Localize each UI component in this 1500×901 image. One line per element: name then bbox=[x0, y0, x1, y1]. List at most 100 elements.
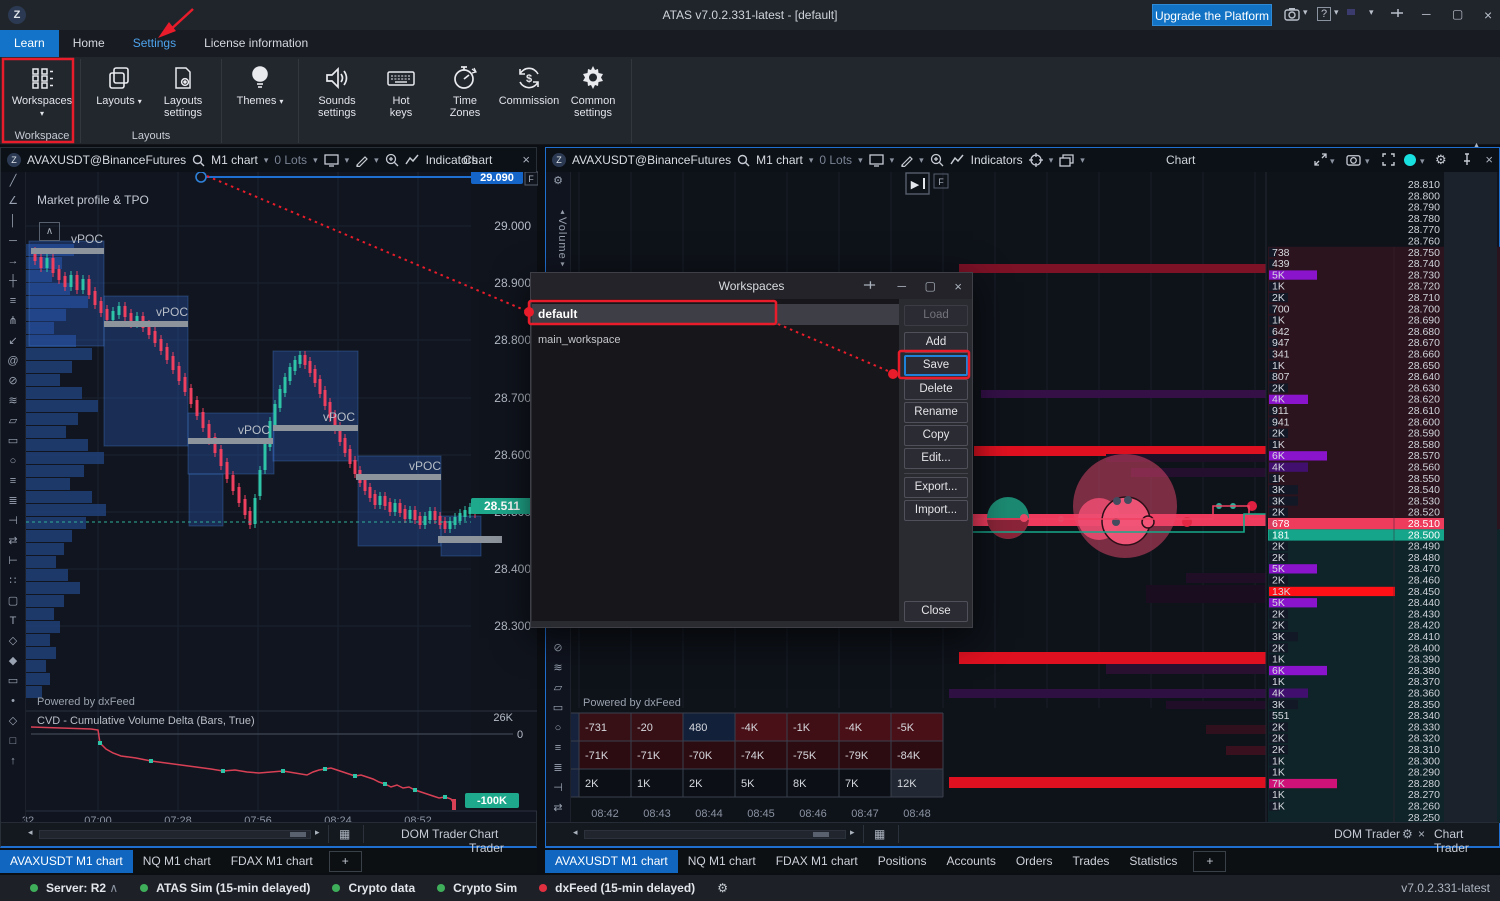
dom-trader-toggle[interactable]: DOM Trader bbox=[1334, 827, 1400, 841]
tool-icon-28[interactable]: □ bbox=[10, 735, 17, 748]
close-button[interactable]: Close bbox=[904, 601, 968, 622]
close-window-icon[interactable]: × bbox=[1484, 7, 1492, 23]
tool-icon-7[interactable]: ⊣ bbox=[553, 782, 563, 795]
panel-close-icon[interactable]: × bbox=[522, 152, 530, 167]
ribbon-item-time-zones[interactable]: TimeZones bbox=[433, 59, 497, 119]
edit-button[interactable]: Edit... bbox=[904, 448, 968, 469]
layers-caret-icon[interactable]: ▾ bbox=[1080, 155, 1085, 166]
status-gear-icon[interactable]: ⚙ bbox=[717, 881, 728, 895]
pencil-icon[interactable] bbox=[900, 154, 913, 167]
add-tab-button-left[interactable]: + bbox=[329, 851, 362, 872]
pencil-icon[interactable] bbox=[355, 154, 368, 167]
tool-icon-20[interactable]: ∷ bbox=[10, 575, 17, 588]
dialog-close-icon[interactable]: × bbox=[954, 279, 962, 294]
dom-settings-gear-icon[interactable]: ⚙ bbox=[1402, 827, 1413, 841]
ribbon-item-themes[interactable]: Themes ▾ bbox=[228, 59, 292, 108]
ribbon-item-sounds-settings[interactable]: Soundssettings bbox=[305, 59, 369, 119]
tool-icon-11[interactable]: ≋ bbox=[8, 395, 17, 408]
camera-icon[interactable] bbox=[1346, 153, 1361, 166]
dialog-pin-icon[interactable] bbox=[863, 279, 876, 291]
chart-trader-toggle[interactable]: Chart Trader bbox=[1434, 827, 1499, 855]
tab-avaxusdt-m1-chart-left[interactable]: AVAXUSDT M1 chart bbox=[0, 850, 133, 873]
tool-icon-0[interactable]: ⊘ bbox=[553, 642, 562, 655]
indicators-icon[interactable] bbox=[950, 154, 965, 166]
dom-trader-toggle[interactable]: DOM Trader bbox=[401, 827, 467, 841]
ribbon-item-workspaces[interactable]: Workspaces ▾ bbox=[10, 59, 74, 120]
ribbon-tab-license-information[interactable]: License information bbox=[190, 30, 322, 57]
zoom-icon[interactable] bbox=[930, 153, 944, 167]
screens-icon[interactable] bbox=[324, 154, 339, 167]
tool-icon-3[interactable]: ─ bbox=[9, 235, 17, 248]
restore-panel-icon[interactable] bbox=[1314, 153, 1327, 166]
add-button[interactable]: Add bbox=[904, 332, 968, 353]
tool-icon-18[interactable]: ⇄ bbox=[8, 535, 17, 548]
ribbon-item-common-settings[interactable]: Commonsettings bbox=[561, 59, 625, 119]
tab-positions-right[interactable]: Positions bbox=[868, 850, 937, 873]
screens-caret-icon[interactable]: ▾ bbox=[345, 155, 350, 166]
screenshot-icon[interactable] bbox=[1284, 7, 1300, 21]
language-caret-icon[interactable]: ▾ bbox=[1369, 7, 1374, 18]
tool-icon-1[interactable]: ∠ bbox=[8, 195, 18, 208]
panel-close-icon[interactable]: × bbox=[1485, 152, 1493, 167]
tool-icon-7[interactable]: ⋔ bbox=[8, 315, 17, 328]
tool-icon-1[interactable]: ≋ bbox=[553, 662, 562, 675]
instrument-selector[interactable]: AVAXUSDT@BinanceFutures bbox=[572, 153, 731, 167]
tool-icon-2[interactable]: ▱ bbox=[554, 682, 562, 695]
target-icon[interactable] bbox=[1029, 153, 1043, 167]
tab-nq-m1-chart-left[interactable]: NQ M1 chart bbox=[133, 850, 221, 873]
screens-icon[interactable] bbox=[869, 154, 884, 167]
tool-icon-3[interactable]: ▭ bbox=[553, 702, 563, 715]
tab-statistics-right[interactable]: Statistics bbox=[1119, 850, 1187, 873]
dom-close-icon[interactable]: × bbox=[1418, 827, 1425, 841]
fullscreen-icon[interactable] bbox=[1382, 153, 1395, 166]
scroll-left-icon[interactable]: ◂ bbox=[573, 827, 578, 838]
status-item-server-r2[interactable]: Server: R2 ∧ bbox=[30, 881, 118, 895]
pencil-caret-icon[interactable]: ▾ bbox=[374, 155, 379, 166]
dialog-maximize-icon[interactable]: ▢ bbox=[925, 279, 936, 293]
pin-window-icon[interactable] bbox=[1390, 7, 1404, 19]
screens-caret-icon[interactable]: ▾ bbox=[890, 155, 895, 166]
ribbon-item-layouts-settings[interactable]: Layoutssettings bbox=[151, 59, 215, 119]
calendar-icon[interactable]: ▦ bbox=[339, 827, 350, 841]
panel-gear-icon[interactable]: ⚙ bbox=[553, 175, 563, 188]
zoom-icon[interactable] bbox=[385, 153, 399, 167]
scroll-right-icon[interactable]: ▸ bbox=[315, 827, 320, 838]
tool-icon-12[interactable]: ▱ bbox=[9, 415, 17, 428]
status-caret-icon[interactable]: ▾ bbox=[1420, 156, 1425, 167]
tool-icon-6[interactable]: ≣ bbox=[553, 762, 562, 775]
restore-caret-icon[interactable]: ▾ bbox=[1330, 156, 1335, 167]
add-tab-button-right[interactable]: + bbox=[1193, 851, 1226, 872]
tool-icon-9[interactable]: @ bbox=[7, 355, 18, 368]
calendar-icon[interactable]: ▦ bbox=[874, 827, 885, 841]
tool-icon-22[interactable]: T bbox=[10, 615, 17, 628]
indicators-icon[interactable] bbox=[405, 154, 420, 166]
tool-icon-17[interactable]: ⊣ bbox=[8, 515, 18, 528]
tab-accounts-right[interactable]: Accounts bbox=[936, 850, 1005, 873]
lots-caret-icon[interactable]: ▾ bbox=[858, 155, 863, 166]
volume-panel-tab[interactable]: ▴Volume▾ bbox=[548, 198, 568, 278]
import-button[interactable]: Import... bbox=[904, 500, 968, 521]
tab-nq-m1-chart-right[interactable]: NQ M1 chart bbox=[678, 850, 766, 873]
ribbon-item-commission[interactable]: $Commission bbox=[497, 59, 561, 107]
tool-icon-2[interactable]: │ bbox=[10, 215, 17, 228]
tool-icon-10[interactable]: ⊘ bbox=[8, 375, 17, 388]
export-button[interactable]: Export... bbox=[904, 477, 968, 498]
timeframe-caret-icon[interactable]: ▾ bbox=[264, 155, 269, 166]
tab-fdax-m1-chart-right[interactable]: FDAX M1 chart bbox=[766, 850, 868, 873]
tool-icon-5[interactable]: ≡ bbox=[555, 742, 561, 755]
chart-trader-toggle[interactable]: Chart Trader bbox=[469, 827, 536, 855]
tab-trades-right[interactable]: Trades bbox=[1063, 850, 1120, 873]
status-item-dxfeed-15-min-delayed-[interactable]: dxFeed (15-min delayed) bbox=[539, 881, 695, 895]
workspace-item-main_workspace[interactable]: main_workspace bbox=[532, 330, 899, 351]
collapse-profile-icon[interactable]: ∧ bbox=[39, 222, 60, 241]
tool-icon-24[interactable]: ◆ bbox=[9, 655, 17, 668]
tool-icon-6[interactable]: ≡ bbox=[10, 295, 16, 308]
workspace-list[interactable]: defaultmain_workspace bbox=[532, 299, 899, 621]
rename-button[interactable]: Rename bbox=[904, 402, 968, 423]
chart-settings-gear-icon[interactable]: ⚙ bbox=[1435, 152, 1447, 168]
lots-caret-icon[interactable]: ▾ bbox=[313, 155, 318, 166]
ribbon-item-hot-keys[interactable]: Hotkeys bbox=[369, 59, 433, 119]
tool-icon-15[interactable]: ≡ bbox=[10, 475, 16, 488]
help-icon[interactable]: ? bbox=[1317, 7, 1331, 21]
delete-button[interactable]: Delete bbox=[904, 379, 968, 400]
